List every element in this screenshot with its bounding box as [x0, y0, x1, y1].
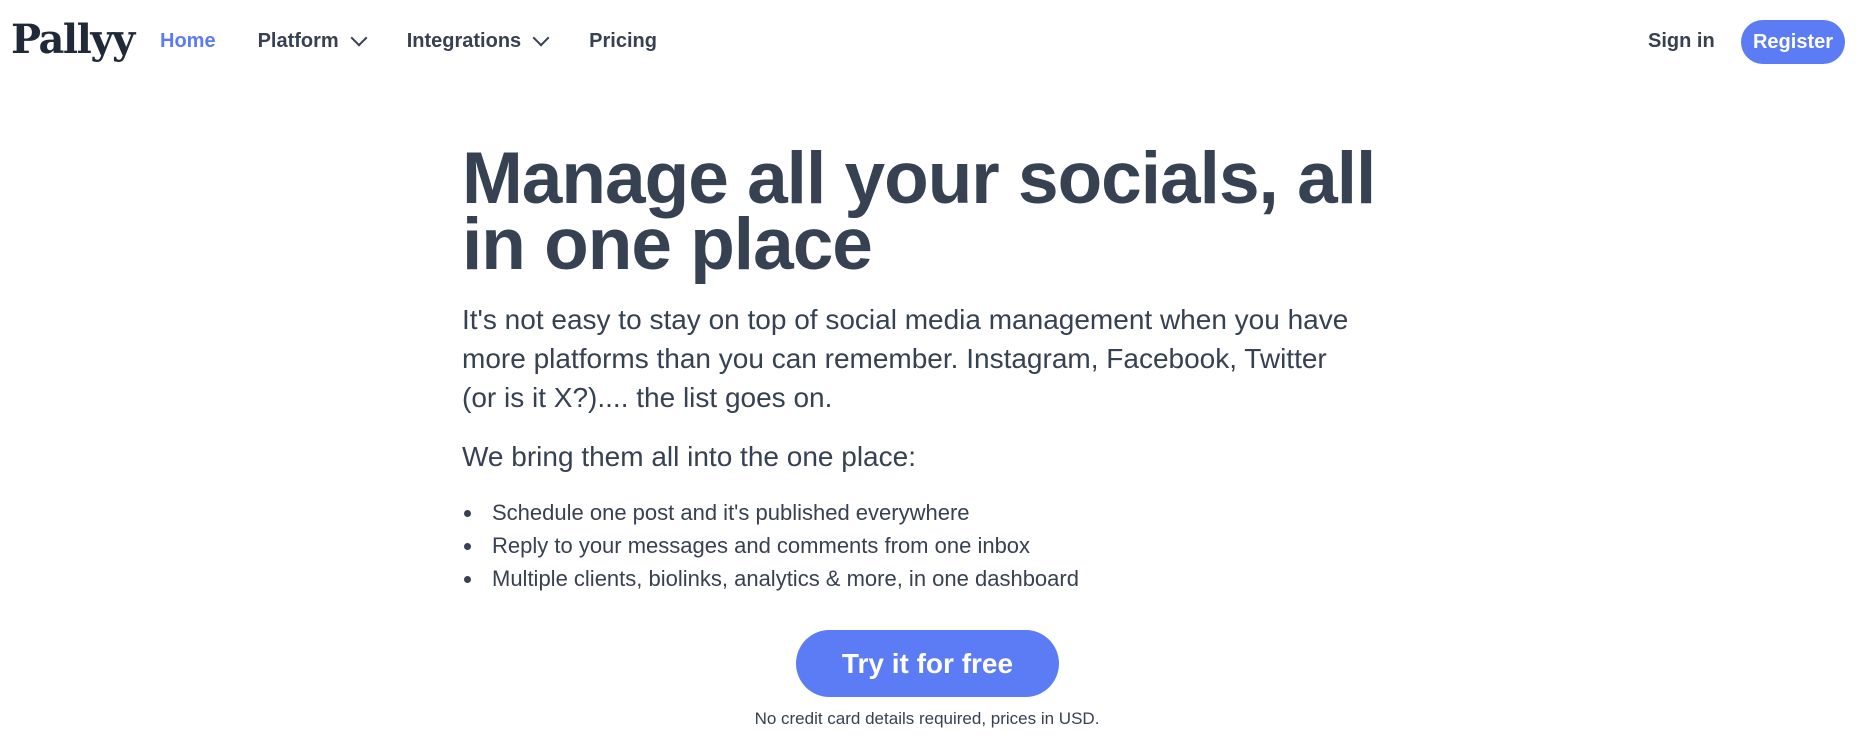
nav-link-pricing-label: Pricing — [589, 30, 657, 52]
feature-list-item: Reply to your messages and comments from… — [462, 529, 1382, 562]
feature-list: Schedule one post and it's published eve… — [462, 496, 1382, 595]
nav-link-platform-label: Platform — [257, 30, 339, 52]
hero-intro: It's not easy to stay on top of social m… — [462, 304, 1349, 413]
bullet-dot-icon — [464, 576, 471, 583]
hero-section: Manage all your socials, all in one plac… — [462, 138, 1382, 595]
hero-subhead: We bring them all into the one place: — [462, 441, 916, 472]
chevron-down-icon — [350, 29, 368, 47]
try-it-free-button[interactable]: Try it for free — [796, 630, 1059, 697]
nav-link-platform[interactable]: Platform — [257, 26, 368, 56]
nav-link-home-label: Home — [160, 30, 216, 52]
main-nav-links: Home Platform Integrations Pricing — [160, 26, 699, 56]
nav-link-integrations-label: Integrations — [406, 30, 522, 52]
chevron-down-icon — [532, 29, 550, 47]
hero-headline: Manage all your socials, all in one plac… — [462, 138, 1376, 285]
feature-list-item: Multiple clients, biolinks, analytics & … — [462, 562, 1382, 595]
bullet-dot-icon — [464, 543, 471, 550]
feature-text: Schedule one post and it's published eve… — [492, 500, 970, 525]
top-navigation: Pallyy Home Platform Integrations Pricin… — [0, 0, 1862, 82]
bullet-dot-icon — [464, 510, 471, 517]
feature-text: Multiple clients, biolinks, analytics & … — [492, 566, 1079, 591]
pallyy-logo[interactable]: Pallyy — [11, 16, 135, 64]
nav-link-home[interactable]: Home — [160, 26, 216, 56]
feature-list-item: Schedule one post and it's published eve… — [462, 496, 1382, 529]
feature-text: Reply to your messages and comments from… — [492, 533, 1031, 558]
nav-link-integrations[interactable]: Integrations — [406, 26, 550, 56]
nav-link-pricing[interactable]: Pricing — [589, 26, 657, 56]
sign-in-link[interactable]: Sign in — [1648, 26, 1715, 56]
register-button[interactable]: Register — [1741, 20, 1845, 64]
pricing-disclaimer: No credit card details required, prices … — [754, 709, 1100, 728]
